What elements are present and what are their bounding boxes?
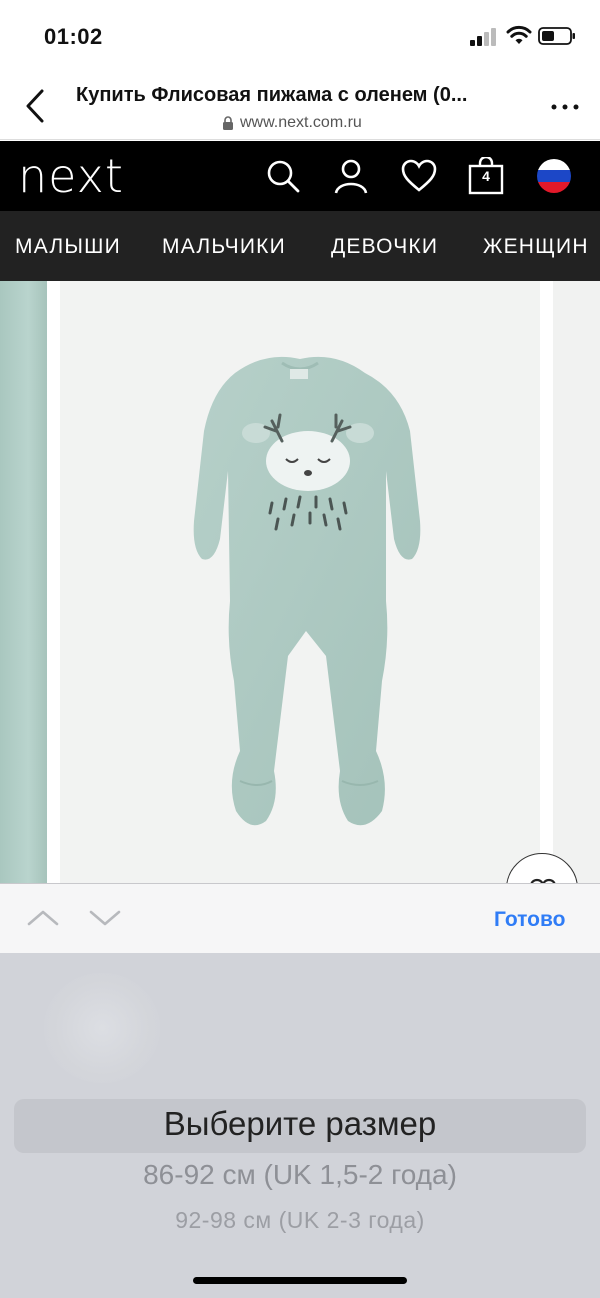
account-icon[interactable] [332,157,370,195]
chevron-down-icon[interactable] [88,906,122,930]
bag-count: 4 [482,168,490,184]
back-button[interactable] [18,86,52,126]
status-time: 01:02 [44,24,103,49]
site-header: next 4 [0,141,600,211]
russia-flag-icon[interactable] [535,157,573,195]
chevron-up-icon[interactable] [26,906,60,930]
search-icon[interactable] [264,157,302,195]
wishlist-button[interactable] [506,853,578,883]
more-options-icon[interactable] [550,102,580,112]
nav-item-babies[interactable]: МАЛЫШИ [15,235,121,259]
nav-item-women[interactable]: ЖЕНЩИН [483,235,589,259]
done-button[interactable]: Готово [494,908,565,932]
bag-button[interactable]: 4 [467,155,505,195]
product-gallery[interactable] [0,281,600,883]
keyboard-accessory-bar: Готово [0,883,600,953]
pajama-illustration [193,356,421,826]
battery-icon [538,27,575,45]
nav-item-girls[interactable]: ДЕВОЧКИ [331,235,438,259]
home-indicator [193,1277,407,1284]
picker-option[interactable]: 92-98 см (UK 2-3 года) [0,1207,600,1234]
picker-option-selected[interactable]: Выберите размер [0,1105,600,1143]
page-url: www.next.com.ru [222,114,362,132]
blurred-background [44,973,160,1083]
product-image[interactable] [60,281,540,883]
picker-option[interactable]: 86-92 см (UK 1,5-2 года) [0,1159,600,1191]
wifi-icon [506,25,532,44]
previous-image-thumbnail[interactable] [0,281,47,883]
heart-icon [530,878,556,883]
next-logo[interactable]: next [18,149,124,203]
page-title: Купить Флисовая пижама с оленем (0... [76,84,468,106]
signal-icon [470,28,498,46]
status-bar: 01:02 [0,0,600,72]
lock-icon [223,116,233,130]
size-picker[interactable]: Выберите размер 86-92 см (UK 1,5-2 года)… [0,953,600,1298]
category-nav: МАЛЫШИ МАЛЬЧИКИ ДЕВОЧКИ ЖЕНЩИН [0,211,600,281]
url-text: www.next.com.ru [240,114,362,131]
heart-icon[interactable] [400,157,438,195]
browser-header: Купить Флисовая пижама с оленем (0... ww… [0,72,600,140]
nav-item-boys[interactable]: МАЛЬЧИКИ [162,235,286,259]
next-image-thumbnail[interactable] [553,281,600,883]
